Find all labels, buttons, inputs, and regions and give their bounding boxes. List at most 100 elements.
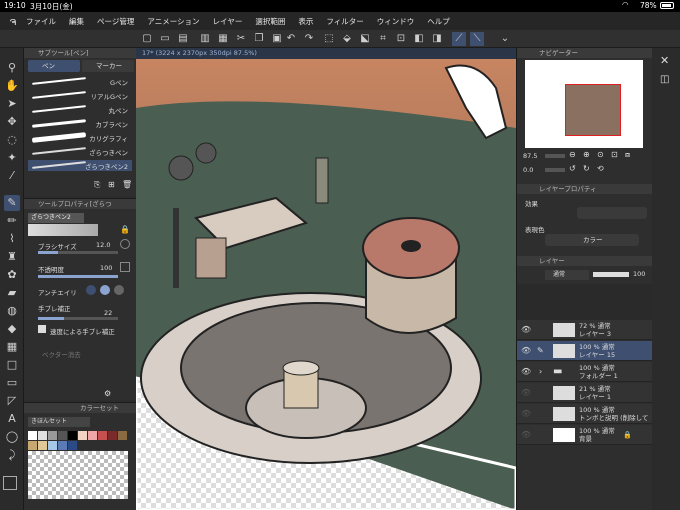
redo-icon[interactable]: ↷ xyxy=(302,32,316,46)
antialias-none-icon[interactable] xyxy=(86,285,96,295)
layer-row[interactable]: 👁 72 % 通常 レイヤー 3 xyxy=(517,320,653,340)
navigator-preview[interactable] xyxy=(525,60,643,148)
color-swatch[interactable] xyxy=(118,431,127,440)
actual-size-icon[interactable]: ⊡ xyxy=(611,150,618,159)
eye-hidden-icon[interactable]: 👁 xyxy=(521,430,531,439)
navigator-viewport[interactable] xyxy=(565,84,621,136)
eraser-icon[interactable]: ▰ xyxy=(4,285,20,301)
rotate-right-icon[interactable]: ↻ xyxy=(583,164,590,173)
rotate-left-icon[interactable]: ↺ xyxy=(569,164,576,173)
menu-help[interactable]: ヘルプ xyxy=(427,16,450,27)
menu-page[interactable]: ページ管理 xyxy=(97,16,134,27)
drawing-canvas[interactable] xyxy=(136,48,516,510)
reset-rotate-icon[interactable]: ⟲ xyxy=(597,164,604,173)
rotate-value[interactable]: 0.0 xyxy=(523,166,533,174)
special-ruler-icon[interactable]: ⟍ xyxy=(470,32,484,46)
airbrush-icon[interactable]: ♜ xyxy=(4,249,20,265)
lock-icon[interactable]: 🔒 xyxy=(120,225,130,234)
color-swatch[interactable] xyxy=(78,431,87,440)
document-tab[interactable]: 17* (3224 x 2370px 350dpi 87.5%) xyxy=(136,48,516,59)
trash-icon[interactable]: ▥ xyxy=(198,32,212,46)
move-tool-icon[interactable]: ✥ xyxy=(4,114,20,130)
open-icon[interactable]: ▭ xyxy=(158,32,172,46)
fit-icon[interactable]: ⊙ xyxy=(597,150,604,159)
antialias-mid-icon[interactable] xyxy=(114,285,124,295)
zoom-out-icon[interactable]: ⊖ xyxy=(569,150,576,159)
brush-tool-icon[interactable]: ⌇ xyxy=(4,231,20,247)
eye-hidden-icon[interactable]: 👁 xyxy=(521,409,531,418)
paste-icon[interactable]: ▣ xyxy=(270,32,284,46)
color-swatch[interactable] xyxy=(88,431,97,440)
correction-icon[interactable]: ⤸ xyxy=(4,447,20,463)
navigator-panel-icon[interactable]: ◫ xyxy=(660,74,669,85)
hand-tool-icon[interactable]: ✋ xyxy=(4,78,20,94)
decoration-icon[interactable]: ✿ xyxy=(4,267,20,283)
menu-layer[interactable]: レイヤー xyxy=(213,16,243,27)
clear-icon[interactable]: ▦ xyxy=(216,32,230,46)
color-swatch[interactable] xyxy=(58,431,67,440)
brush-item-selected[interactable]: ざらつきペン2 xyxy=(28,160,132,171)
pen-tool-icon[interactable]: ✎ xyxy=(4,195,20,211)
brush-item[interactable]: カリグラフィ xyxy=(28,132,132,143)
chevron-right-icon[interactable]: › xyxy=(539,367,542,376)
balloon-icon[interactable]: ◯ xyxy=(4,429,20,445)
save-icon[interactable]: ▤ xyxy=(176,32,190,46)
layer-row[interactable]: 👁 100 % 通常 背景 🔒 xyxy=(517,425,653,445)
zoom-value[interactable]: 87.5 xyxy=(523,152,537,160)
menu-filter[interactable]: フィルター xyxy=(326,16,363,27)
brush-item[interactable]: リアルGペン xyxy=(28,90,132,101)
eyedropper-icon[interactable]: ⁄ xyxy=(4,168,20,184)
flip-icon[interactable]: ⧈ xyxy=(625,150,630,160)
fill-tool-icon[interactable]: ◆ xyxy=(4,321,20,337)
color-swatch[interactable] xyxy=(38,441,47,450)
transform-icon[interactable]: ⌗ xyxy=(376,32,390,46)
tab-pen[interactable]: ペン xyxy=(28,60,80,72)
color-swatch[interactable] xyxy=(28,431,37,440)
menu-view[interactable]: 表示 xyxy=(298,16,313,27)
color-swatch[interactable] xyxy=(68,431,77,440)
deselect-icon[interactable]: ⬙ xyxy=(340,32,354,46)
eye-icon[interactable]: 👁 xyxy=(521,367,531,376)
frame-icon[interactable]: ▭ xyxy=(4,375,20,391)
opacity-slider[interactable] xyxy=(38,275,118,278)
color-swatch[interactable] xyxy=(28,441,37,450)
ruler-snap-icon[interactable]: ⟋ xyxy=(452,32,466,46)
ruler-tool-icon[interactable]: ◸ xyxy=(4,393,20,409)
trash-icon[interactable]: 🗑 xyxy=(122,180,132,189)
figure-tool-icon[interactable]: □ xyxy=(4,357,20,373)
layer-opacity-value[interactable]: 100 xyxy=(633,270,645,278)
layer-row-selected[interactable]: 👁 ✎ 100 % 通常 レイヤー 15 xyxy=(517,341,653,361)
pencil-tool-icon[interactable]: ✏ xyxy=(4,213,20,229)
layer-opacity-slider[interactable] xyxy=(593,272,629,277)
undo-icon[interactable]: ↶ xyxy=(284,32,298,46)
tab-marker[interactable]: マーカー xyxy=(82,60,134,72)
cut-icon[interactable]: ✂ xyxy=(234,32,248,46)
color-swatch[interactable] xyxy=(98,431,107,440)
brush-size-dial-icon[interactable] xyxy=(120,239,130,249)
brush-size-slider[interactable] xyxy=(38,251,118,254)
layer-tool-icons[interactable] xyxy=(517,284,653,320)
blend-mode-select[interactable]: 通常 xyxy=(545,270,589,280)
brush-item[interactable]: Gペン xyxy=(28,76,132,87)
menu-selection[interactable]: 選択範囲 xyxy=(255,16,285,27)
crop-icon[interactable]: ⊡ xyxy=(394,32,408,46)
close-icon[interactable]: ✕ xyxy=(660,54,669,67)
menu-file[interactable]: ファイル xyxy=(26,16,56,27)
add-subtool-icon[interactable]: ⊞ xyxy=(108,180,115,189)
zoom-in-icon[interactable]: ⊕ xyxy=(583,150,590,159)
stabilize-value[interactable]: 22 xyxy=(104,309,112,317)
brush-item[interactable]: 丸ペン xyxy=(28,104,132,115)
color-swatch[interactable] xyxy=(108,431,117,440)
empty-swatch-area[interactable] xyxy=(28,451,128,499)
brush-item[interactable]: ざらつきペン xyxy=(28,146,132,157)
brush-item[interactable]: カブラペン xyxy=(28,118,132,129)
menu-window[interactable]: ウィンドウ xyxy=(377,16,415,27)
text-tool-icon[interactable]: A xyxy=(4,411,20,427)
eye-icon[interactable]: 👁 xyxy=(521,325,531,334)
copy-subtool-icon[interactable]: ⎘ xyxy=(94,180,100,190)
color-swatch[interactable] xyxy=(38,431,47,440)
blend-tool-icon[interactable]: ◍ xyxy=(4,303,20,319)
lock-icon[interactable]: 🔒 xyxy=(623,431,632,439)
colorset-selector[interactable]: きほんセット xyxy=(28,417,90,427)
color-swatch[interactable] xyxy=(48,431,57,440)
